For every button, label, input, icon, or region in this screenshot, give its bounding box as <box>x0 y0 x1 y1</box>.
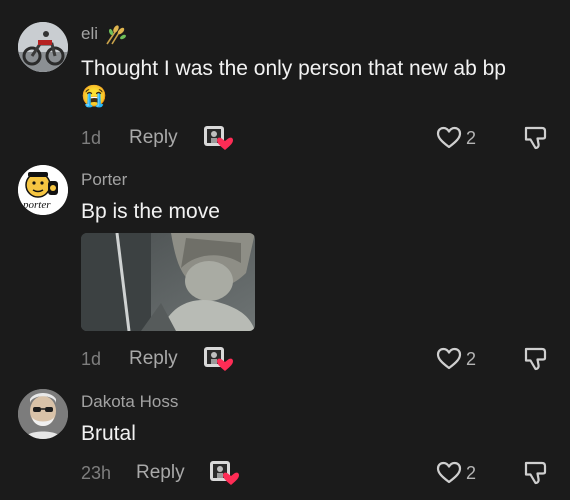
like-button[interactable]: 2 <box>436 344 476 374</box>
heart-outline-icon <box>436 347 462 370</box>
like-button[interactable]: 2 <box>436 123 476 153</box>
wheat-icon <box>104 23 126 50</box>
dirt-bike-photo <box>18 22 68 72</box>
cartoon-face-logo: porter <box>18 165 68 215</box>
like-count: 2 <box>466 463 477 483</box>
dislike-icon[interactable] <box>522 123 550 153</box>
anime-still-image <box>81 233 255 331</box>
comment-actions: 23h Reply 2 <box>0 458 570 488</box>
heart-outline-icon <box>436 461 462 484</box>
reply-button[interactable]: Reply <box>136 462 185 484</box>
comment-actions: 1d Reply 2 <box>0 123 570 153</box>
comment-text: Brutal <box>81 422 136 445</box>
creator-liked-icon <box>209 458 239 486</box>
username[interactable]: Dakota Hoss <box>81 392 178 412</box>
man-portrait-photo <box>18 389 68 439</box>
avatar[interactable] <box>18 22 68 72</box>
comment-text: Thought I was the only person that new a… <box>81 57 506 80</box>
dislike-icon[interactable] <box>522 458 550 488</box>
username[interactable]: eli <box>81 24 98 44</box>
reply-button[interactable]: Reply <box>129 348 178 370</box>
comment-text: Bp is the move <box>81 200 220 223</box>
crying-emoji: 😭 <box>81 85 108 108</box>
creator-liked-icon <box>203 123 233 151</box>
timestamp: 1d <box>81 128 102 148</box>
username[interactable]: Porter <box>81 170 127 190</box>
avatar[interactable] <box>18 389 68 439</box>
avatar-caption: porter <box>22 199 51 211</box>
timestamp: 1d <box>81 349 102 369</box>
avatar[interactable]: porter <box>18 165 68 215</box>
like-button[interactable]: 2 <box>436 458 476 488</box>
creator-liked-icon <box>203 344 233 372</box>
comment-actions: 1d Reply 2 <box>0 344 570 374</box>
like-count: 2 <box>466 128 477 148</box>
attached-image[interactable] <box>81 233 255 331</box>
heart-outline-icon <box>436 126 462 149</box>
reply-button[interactable]: Reply <box>129 127 178 149</box>
like-count: 2 <box>466 349 477 369</box>
timestamp: 23h <box>81 463 112 483</box>
dislike-icon[interactable] <box>522 344 550 374</box>
